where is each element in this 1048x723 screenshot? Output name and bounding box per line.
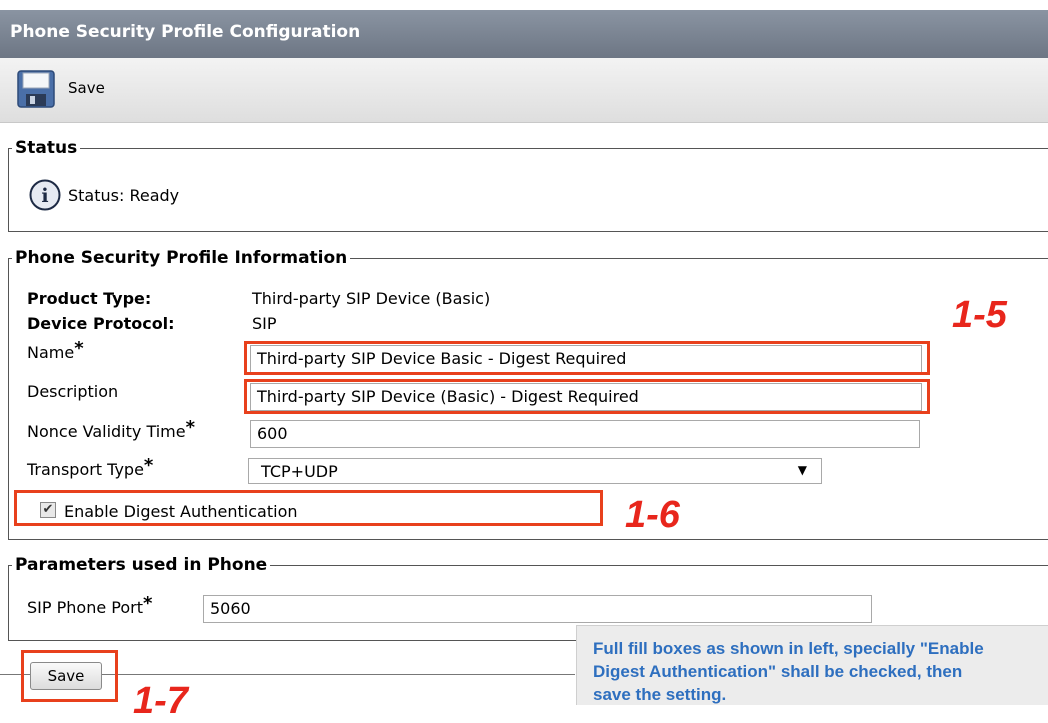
toolbar: Save [0, 58, 1048, 123]
transport-type-value: TCP+UDP [261, 462, 338, 481]
device-protocol-label: Device Protocol: [27, 314, 175, 333]
nonce-validity-input[interactable]: 600 [250, 420, 920, 448]
info-icon: i [29, 179, 61, 211]
description-label: Description [27, 382, 119, 401]
status-legend: Status [15, 138, 78, 158]
product-type-label: Product Type: [27, 289, 152, 308]
annotation-1-7: 1-7 [133, 680, 188, 722]
phone-params-legend: Parameters used in Phone [15, 555, 268, 575]
nonce-validity-label: Nonce Validity Time* [27, 417, 196, 441]
status-section: Status [8, 138, 1048, 232]
floppy-disk-icon[interactable] [17, 70, 55, 108]
note-line-2: Digest Authentication" shall be checked,… [593, 662, 963, 681]
highlight-save [21, 650, 118, 702]
svg-text:i: i [41, 185, 48, 207]
required-marker: * [143, 455, 154, 476]
product-type-value: Third-party SIP Device (Basic) [252, 289, 491, 308]
highlight-digest [14, 490, 603, 526]
page-header: Phone Security Profile Configuration [0, 10, 1048, 58]
status-text: Status: Ready [68, 186, 180, 205]
annotation-1-5: 1-5 [952, 294, 1007, 336]
note-line-1: Full fill boxes as shown in left, specia… [593, 639, 984, 658]
note-line-3: save the setting. [593, 685, 727, 704]
required-marker: * [74, 338, 84, 359]
transport-type-label: Transport Type* [27, 455, 154, 479]
annotation-1-6: 1-6 [625, 494, 680, 536]
highlight-name [244, 341, 930, 375]
page-title: Phone Security Profile Configuration [10, 22, 361, 42]
device-protocol-value: SIP [252, 314, 277, 333]
transport-type-select[interactable]: TCP+UDP ▼ [248, 458, 822, 484]
profile-info-legend: Phone Security Profile Information [15, 248, 348, 268]
toolbar-save-button[interactable]: Save [68, 79, 105, 97]
dropdown-arrow-icon: ▼ [797, 463, 807, 477]
name-label: Name* [27, 338, 84, 362]
sip-port-label: SIP Phone Port* [27, 593, 153, 617]
required-marker: * [142, 593, 153, 614]
instruction-note: Full fill boxes as shown in left, specia… [576, 625, 1048, 705]
required-marker: * [185, 417, 196, 438]
sip-port-input[interactable]: 5060 [203, 595, 872, 623]
highlight-description [244, 379, 930, 414]
